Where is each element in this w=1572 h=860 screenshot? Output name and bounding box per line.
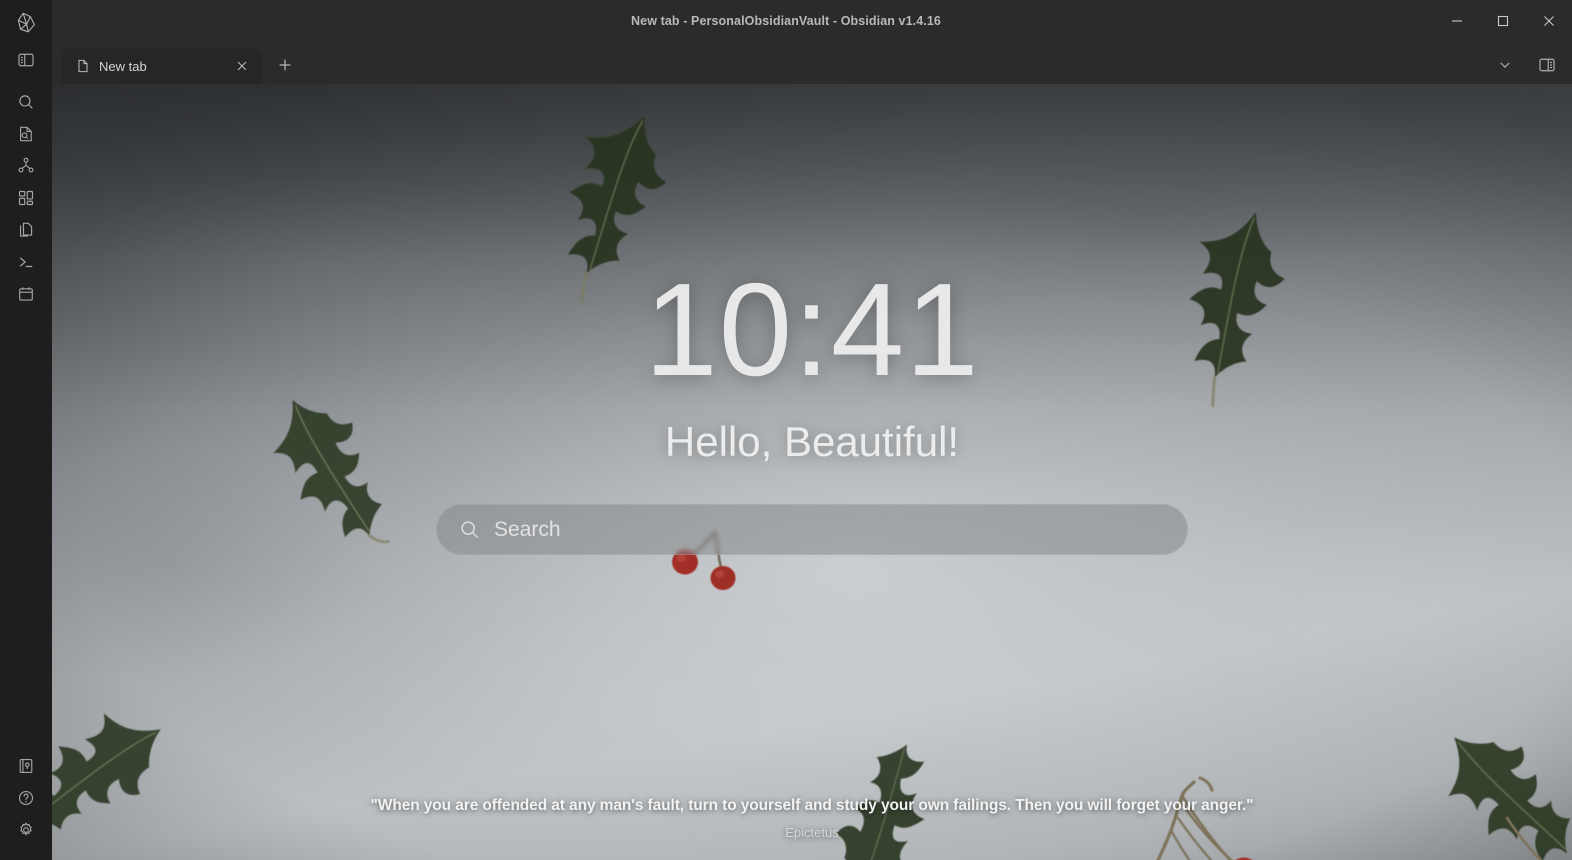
sidebar-item-help[interactable] [0, 782, 52, 814]
tab-label: New tab [99, 58, 147, 74]
search-input[interactable] [494, 517, 1165, 542]
window-controls [1434, 0, 1572, 42]
tabbar-right-controls [1492, 52, 1572, 84]
greeting-text: Hello, Beautiful! [664, 418, 960, 465]
new-tab-button[interactable] [270, 50, 300, 80]
quote-block: "When you are offended at any man's faul… [52, 797, 1572, 840]
tab-close-button[interactable] [230, 54, 254, 78]
quote-author: Epictetus [785, 825, 839, 840]
obsidian-window: New tab - PersonalObsidianVault - Obsidi… [0, 0, 1572, 860]
sidebar-item-search[interactable] [0, 86, 52, 118]
right-sidebar-toggle-icon[interactable] [1534, 52, 1560, 78]
sidebar-item-file-search[interactable] [0, 118, 52, 150]
window-title: New tab - PersonalObsidianVault - Obsidi… [631, 14, 941, 28]
minimize-button[interactable] [1434, 0, 1480, 42]
sidebar-item-calendar[interactable] [0, 278, 52, 310]
chevron-down-icon[interactable] [1492, 52, 1518, 78]
maximize-button[interactable] [1480, 0, 1526, 42]
sidebar-item-canvas-grid[interactable] [0, 182, 52, 214]
close-button[interactable] [1526, 0, 1572, 42]
sidebar-item-left-sidebar-toggle[interactable] [0, 44, 52, 76]
ribbon-bottom-group [0, 750, 52, 860]
document-icon [76, 59, 90, 73]
left-ribbon [0, 0, 52, 860]
search-icon [459, 519, 480, 540]
window-titlebar: New tab - PersonalObsidianVault - Obsidi… [0, 0, 1572, 42]
sidebar-item-vault-switcher[interactable] [0, 750, 52, 782]
sidebar-item-settings[interactable] [0, 814, 52, 846]
new-tab-overlay: 10:41 Hello, Beautiful! "When you are of… [52, 84, 1572, 860]
tab-new-tab[interactable]: New tab [62, 48, 262, 84]
sidebar-item-copy-files[interactable] [0, 214, 52, 246]
obsidian-logo-icon [0, 0, 52, 44]
clock-display: 10:41 [644, 256, 980, 403]
sidebar-item-graph-view[interactable] [0, 150, 52, 182]
new-tab-content: 10:41 Hello, Beautiful! "When you are of… [52, 84, 1572, 860]
quote-text: "When you are offended at any man's faul… [370, 797, 1254, 814]
tab-bar: New tab [52, 42, 1572, 84]
sidebar-item-terminal[interactable] [0, 246, 52, 278]
search-bar[interactable] [436, 504, 1188, 555]
